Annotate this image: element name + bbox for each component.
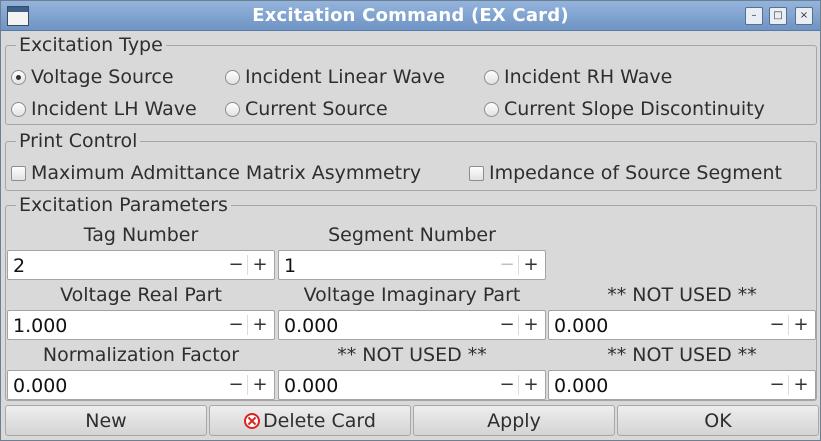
spin-value[interactable]: 2 <box>13 254 25 278</box>
radio-button[interactable] <box>225 69 240 85</box>
group-title: Excitation Parameters <box>16 194 231 216</box>
spin-value[interactable]: 1.000 <box>13 314 67 338</box>
voltage-real-label: Voltage Real Part <box>60 284 222 306</box>
delete-card-button[interactable]: Delete Card <box>209 405 411 436</box>
increment-button[interactable]: + <box>249 313 271 337</box>
spin-value[interactable]: 0.000 <box>13 374 67 398</box>
increment-button[interactable]: + <box>520 373 542 397</box>
new-button[interactable]: New <box>5 405 207 436</box>
increment-button[interactable]: + <box>520 313 542 337</box>
checkbox[interactable] <box>469 165 484 181</box>
close-button[interactable]: × <box>795 7 813 25</box>
maximize-button[interactable]: □ <box>769 7 787 25</box>
radio-voltage-source[interactable]: Voltage Source <box>11 65 174 89</box>
option-label: Impedance of Source Segment <box>489 162 782 184</box>
button-label: Delete Card <box>263 409 376 432</box>
normalization-factor-label: Normalization Factor <box>42 344 240 366</box>
option-label: Current Source <box>245 98 388 120</box>
segment-number-label: Segment Number <box>328 224 496 246</box>
normalization-factor-spinbox[interactable]: 0.000 − + <box>7 370 275 400</box>
not-used-label: ** NOT USED ** <box>607 284 757 306</box>
ok-button[interactable]: OK <box>617 405 819 436</box>
button-label: OK <box>704 409 732 432</box>
option-label: Current Slope Discontinuity <box>504 98 765 120</box>
radio-incident-rh-wave[interactable]: Incident RH Wave <box>484 65 672 89</box>
radio-current-slope-discontinuity[interactable]: Current Slope Discontinuity <box>484 97 765 121</box>
decrement-button[interactable]: − <box>766 313 788 337</box>
checkbox-admittance-asymmetry[interactable]: Maximum Admittance Matrix Asymmetry <box>11 161 421 185</box>
increment-button[interactable]: + <box>790 373 812 397</box>
not-used-label: ** NOT USED ** <box>337 344 487 366</box>
spin-separator <box>788 315 789 335</box>
radio-button[interactable] <box>225 101 240 117</box>
decrement-button[interactable]: − <box>225 253 247 277</box>
segment-number-spinbox[interactable]: 1 − + <box>278 250 546 280</box>
spin-value[interactable]: 0.000 <box>554 314 608 338</box>
excitation-dialog: Excitation Command (EX Card) – □ × Excit… <box>0 0 821 441</box>
spin-value[interactable]: 0.000 <box>554 374 608 398</box>
decrement-button[interactable]: − <box>496 313 518 337</box>
voltage-real-spinbox[interactable]: 1.000 − + <box>7 310 275 340</box>
decrement-button[interactable]: − <box>766 373 788 397</box>
spin-separator <box>788 375 789 395</box>
radio-button[interactable] <box>484 101 499 117</box>
radio-incident-lh-wave[interactable]: Incident LH Wave <box>11 97 197 121</box>
spin-value[interactable]: 0.000 <box>284 314 338 338</box>
option-label: Incident RH Wave <box>504 66 673 88</box>
spin-separator <box>518 315 519 335</box>
radio-current-source[interactable]: Current Source <box>225 97 388 121</box>
checkbox-source-impedance[interactable]: Impedance of Source Segment <box>469 161 782 185</box>
increment-button[interactable]: + <box>249 253 271 277</box>
radio-incident-linear-wave[interactable]: Incident Linear Wave <box>225 65 445 89</box>
minimize-button[interactable]: – <box>745 7 763 25</box>
button-label: Apply <box>487 409 541 432</box>
voltage-imaginary-spinbox[interactable]: 0.000 − + <box>278 310 546 340</box>
spin-separator <box>247 315 248 335</box>
checkbox[interactable] <box>11 165 26 181</box>
option-label: Incident LH Wave <box>31 98 197 120</box>
spin-separator <box>247 375 248 395</box>
group-title: Print Control <box>16 130 141 152</box>
voltage-imaginary-label: Voltage Imaginary Part <box>303 284 521 306</box>
not-used-spinbox[interactable]: 0.000 − + <box>548 370 816 400</box>
not-used-spinbox[interactable]: 0.000 − + <box>278 370 546 400</box>
button-label: New <box>85 409 127 432</box>
option-label: Voltage Source <box>31 66 174 88</box>
spin-separator <box>247 255 248 275</box>
decrement-button[interactable]: − <box>496 253 518 277</box>
delete-icon <box>244 412 261 429</box>
spin-separator <box>518 375 519 395</box>
not-used-label: ** NOT USED ** <box>607 344 757 366</box>
increment-button[interactable]: + <box>790 313 812 337</box>
decrement-button[interactable]: − <box>496 373 518 397</box>
spin-value[interactable]: 1 <box>284 254 296 278</box>
increment-button[interactable]: + <box>249 373 271 397</box>
option-label: Maximum Admittance Matrix Asymmetry <box>31 162 422 184</box>
radio-button[interactable] <box>484 69 499 85</box>
group-title: Excitation Type <box>16 34 166 56</box>
decrement-button[interactable]: − <box>225 373 247 397</box>
radio-button[interactable] <box>11 101 26 117</box>
spin-separator <box>518 255 519 275</box>
decrement-button[interactable]: − <box>225 313 247 337</box>
increment-button[interactable]: + <box>520 253 542 277</box>
title-bar[interactable]: Excitation Command (EX Card) – □ × <box>1 1 820 31</box>
apply-button[interactable]: Apply <box>413 405 615 436</box>
window-title: Excitation Command (EX Card) <box>252 5 569 26</box>
not-used-spinbox[interactable]: 0.000 − + <box>548 310 816 340</box>
radio-button[interactable] <box>11 69 26 85</box>
option-label: Incident Linear Wave <box>245 66 445 88</box>
tag-number-spinbox[interactable]: 2 − + <box>7 250 275 280</box>
spin-value[interactable]: 0.000 <box>284 374 338 398</box>
tag-number-label: Tag Number <box>83 224 199 246</box>
